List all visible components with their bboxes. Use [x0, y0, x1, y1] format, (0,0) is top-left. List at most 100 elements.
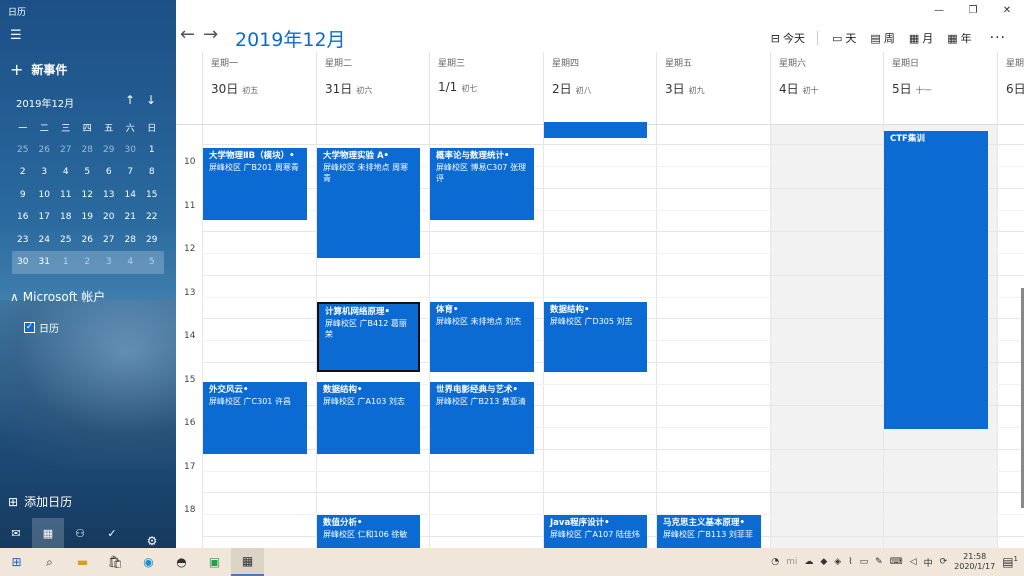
account-section[interactable]: ∧ Microsoft 帐户	[10, 288, 105, 305]
day-header[interactable]: 星期四 2日 初八	[543, 52, 656, 124]
today-button[interactable]: ⊟ 今天	[771, 30, 805, 46]
windows-start-icon[interactable]: ⊞	[0, 548, 33, 576]
mini-day[interactable]: 4	[55, 167, 77, 177]
prev-month-arrow-icon[interactable]: ↑	[125, 93, 135, 107]
volume-icon[interactable]: ◁	[910, 557, 917, 567]
close-button[interactable]: ✕	[990, 0, 1024, 22]
mini-day[interactable]: 28	[77, 145, 99, 155]
mini-day[interactable]: 1	[55, 257, 77, 267]
mini-day[interactable]: 2	[77, 257, 99, 267]
mini-day[interactable]: 29	[98, 145, 120, 155]
tray-app-icon[interactable]: ◔	[771, 557, 779, 567]
people-icon[interactable]: ⚇	[64, 518, 96, 548]
mini-day[interactable]: 27	[98, 235, 120, 245]
calendar-event[interactable]: Java程序设计• 屏峰校区 广A107 陆佳炜	[544, 515, 647, 548]
todo-icon[interactable]: ✓	[96, 518, 128, 548]
minimize-button[interactable]: —	[922, 0, 956, 22]
mini-day[interactable]: 25	[12, 145, 34, 155]
mini-day[interactable]: 5	[141, 257, 163, 267]
mini-day[interactable]: 3	[34, 167, 56, 177]
store-icon[interactable]: 🛍	[99, 548, 132, 576]
mini-day[interactable]: 18	[55, 212, 77, 222]
mini-day[interactable]: 14	[120, 190, 142, 200]
calendar-event[interactable]: 数据结构• 屏峰校区 广A103 刘志	[317, 382, 420, 454]
calendar-event[interactable]: 马克思主义基本原理• 屏峰校区 广B113 刘菲菲	[657, 515, 761, 548]
keyboard-icon[interactable]: ⌨	[890, 557, 903, 567]
mini-day[interactable]: 12	[77, 190, 99, 200]
mini-day[interactable]: 26	[77, 235, 99, 245]
color-app-icon[interactable]: ◆	[820, 557, 827, 567]
file-explorer-icon[interactable]: ▬	[66, 548, 99, 576]
arrow-left-icon[interactable]: ←	[180, 24, 195, 45]
mini-day[interactable]: 22	[141, 212, 163, 222]
day-header[interactable]: 星期五 3日 初九	[656, 52, 770, 124]
mini-day[interactable]: 29	[141, 235, 163, 245]
mini-month-title[interactable]: 2019年12月	[16, 95, 74, 110]
qq-icon[interactable]: ◓	[165, 548, 198, 576]
mini-day[interactable]: 4	[120, 257, 142, 267]
restore-button[interactable]: ❐	[956, 0, 990, 22]
calendar-event[interactable]: 外交风云• 屏峰校区 广C301 许昌	[203, 382, 307, 454]
day-header[interactable]: 星期二 31日 初六	[316, 52, 429, 124]
pen-icon[interactable]: ✎	[875, 557, 883, 567]
day-header[interactable]: 星期日 5日 十一	[883, 52, 997, 124]
mini-day[interactable]: 30	[12, 257, 34, 267]
mini-day[interactable]: 6	[98, 167, 120, 177]
more-icon[interactable]: ···	[990, 30, 1006, 46]
mini-day[interactable]: 1	[141, 145, 163, 155]
mini-day[interactable]: 24	[34, 235, 56, 245]
mail-icon[interactable]: ✉	[0, 518, 32, 548]
mini-day[interactable]: 19	[77, 212, 99, 222]
mini-day[interactable]: 9	[12, 190, 34, 200]
mini-day[interactable]: 11	[55, 190, 77, 200]
arrow-right-icon[interactable]: →	[203, 24, 218, 45]
calendar-app-icon[interactable]: ▦	[231, 548, 264, 576]
mini-day[interactable]: 13	[98, 190, 120, 200]
wifi-icon[interactable]: ⌇	[848, 557, 852, 567]
day-header[interactable]: 星期六 4日 初十	[770, 52, 883, 124]
calendar-event[interactable]	[544, 122, 647, 138]
pycharm-icon[interactable]: ▣	[198, 548, 231, 576]
calendar-event[interactable]: 大学物理ⅡB（模块）• 屏峰校区 广B201 周寒青	[203, 148, 307, 220]
mini-day[interactable]: 27	[55, 145, 77, 155]
day-view-button[interactable]: ▭ 天	[832, 30, 856, 46]
calendar-event[interactable]: 大学物理实验 A• 屏峰校区 未排地点 周寒青	[317, 148, 420, 258]
page-title[interactable]: 2019年12月	[235, 25, 346, 52]
calendar-event[interactable]: 数据结构• 屏峰校区 广D305 刘志	[544, 302, 647, 372]
ime-indicator[interactable]: 中	[924, 556, 933, 569]
mini-day[interactable]: 28	[120, 235, 142, 245]
day-header[interactable]: 星期一 30日 初五	[202, 52, 316, 124]
mini-day[interactable]: 25	[55, 235, 77, 245]
mini-day[interactable]: 15	[141, 190, 163, 200]
calendar-event[interactable]: 概率论与数理统计• 屏峰校区 博易C307 张理评	[430, 148, 534, 220]
new-event-button[interactable]: + 新事件	[10, 60, 67, 79]
mini-day[interactable]: 16	[12, 212, 34, 222]
mini-day[interactable]: 20	[98, 212, 120, 222]
mini-day[interactable]: 17	[34, 212, 56, 222]
mini-day[interactable]: 3	[98, 257, 120, 267]
month-view-button[interactable]: ▦ 月	[909, 30, 933, 46]
gear-icon[interactable]: ⚙	[136, 526, 168, 548]
search-icon[interactable]: ⌕	[33, 548, 66, 576]
mini-day[interactable]: 10	[34, 190, 56, 200]
day-header[interactable]: 星期一 6日	[997, 52, 1024, 124]
calendar-checkbox-row[interactable]: ✓ 日历	[24, 320, 59, 335]
calendar-event[interactable]: CTF集训	[884, 131, 988, 429]
calendar-event[interactable]: 数值分析• 屏峰校区 仁和106 徐敏	[317, 515, 420, 548]
add-calendar-button[interactable]: ⊞ 添加日历	[8, 493, 72, 510]
edge-icon[interactable]: ◉	[132, 548, 165, 576]
mini-day[interactable]: 7	[120, 167, 142, 177]
calendar-event[interactable]: 体育• 屏峰校区 未排地点 刘杰	[430, 302, 534, 372]
sync-icon[interactable]: ⟳	[940, 557, 948, 567]
mini-day[interactable]: 31	[34, 257, 56, 267]
mini-day[interactable]: 23	[12, 235, 34, 245]
next-month-arrow-icon[interactable]: ↓	[146, 93, 156, 107]
mini-day[interactable]: 26	[34, 145, 56, 155]
calendar-event[interactable]: 世界电影经典与艺术• 屏峰校区 广B213 黄亚清	[430, 382, 534, 454]
checkbox-icon[interactable]: ✓	[24, 322, 35, 333]
onedrive-icon[interactable]: ☁	[804, 557, 813, 567]
calendar-icon[interactable]: ▦	[32, 518, 64, 548]
mini-day[interactable]: 5	[77, 167, 99, 177]
year-view-button[interactable]: ▦ 年	[947, 30, 971, 46]
security-icon[interactable]: ◈	[834, 557, 841, 567]
